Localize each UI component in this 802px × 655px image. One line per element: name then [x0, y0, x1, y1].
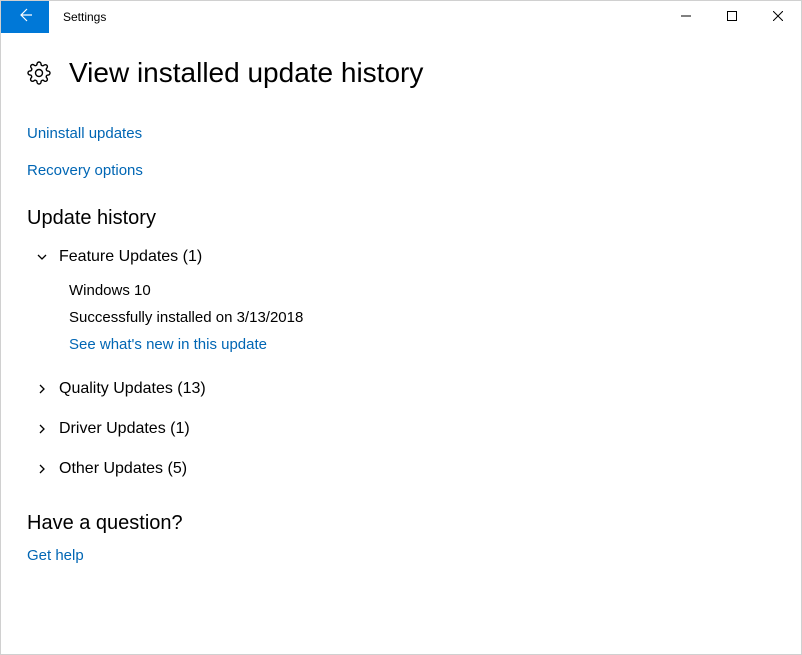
- other-updates-group[interactable]: Other Updates (5): [27, 454, 775, 484]
- close-button[interactable]: [755, 1, 801, 33]
- recovery-options-link[interactable]: Recovery options: [27, 162, 775, 179]
- chevron-right-icon: [35, 422, 49, 436]
- feature-updates-children: Windows 10 Successfully installed on 3/1…: [27, 272, 775, 364]
- arrow-left-icon: [17, 7, 33, 28]
- quality-updates-label: Quality Updates (13): [59, 380, 206, 398]
- uninstall-updates-link[interactable]: Uninstall updates: [27, 125, 775, 142]
- back-button[interactable]: [1, 1, 49, 33]
- update-status: Successfully installed on 3/13/2018: [69, 309, 775, 326]
- maximize-icon: [727, 8, 737, 26]
- other-updates-label: Other Updates (5): [59, 460, 187, 478]
- page-heading: View installed update history: [27, 57, 775, 89]
- gear-icon: [27, 61, 51, 85]
- maximize-button[interactable]: [709, 1, 755, 33]
- quality-updates-group[interactable]: Quality Updates (13): [27, 374, 775, 404]
- minimize-button[interactable]: [663, 1, 709, 33]
- chevron-right-icon: [35, 462, 49, 476]
- whats-new-link[interactable]: See what's new in this update: [69, 336, 267, 353]
- close-icon: [773, 8, 783, 26]
- chevron-right-icon: [35, 382, 49, 396]
- update-name: Windows 10: [69, 282, 775, 299]
- driver-updates-group[interactable]: Driver Updates (1): [27, 414, 775, 444]
- feature-updates-label: Feature Updates (1): [59, 248, 202, 266]
- feature-updates-group[interactable]: Feature Updates (1): [27, 242, 775, 272]
- window-title: Settings: [49, 1, 663, 33]
- page-title: View installed update history: [69, 57, 423, 89]
- have-a-question-heading: Have a question?: [27, 512, 775, 535]
- titlebar: Settings: [1, 1, 801, 33]
- get-help-link[interactable]: Get help: [27, 547, 84, 564]
- update-history-heading: Update history: [27, 207, 775, 230]
- window-controls: [663, 1, 801, 33]
- driver-updates-label: Driver Updates (1): [59, 420, 190, 438]
- chevron-down-icon: [35, 250, 49, 264]
- minimize-icon: [681, 8, 691, 26]
- content-area: View installed update history Uninstall …: [1, 33, 801, 565]
